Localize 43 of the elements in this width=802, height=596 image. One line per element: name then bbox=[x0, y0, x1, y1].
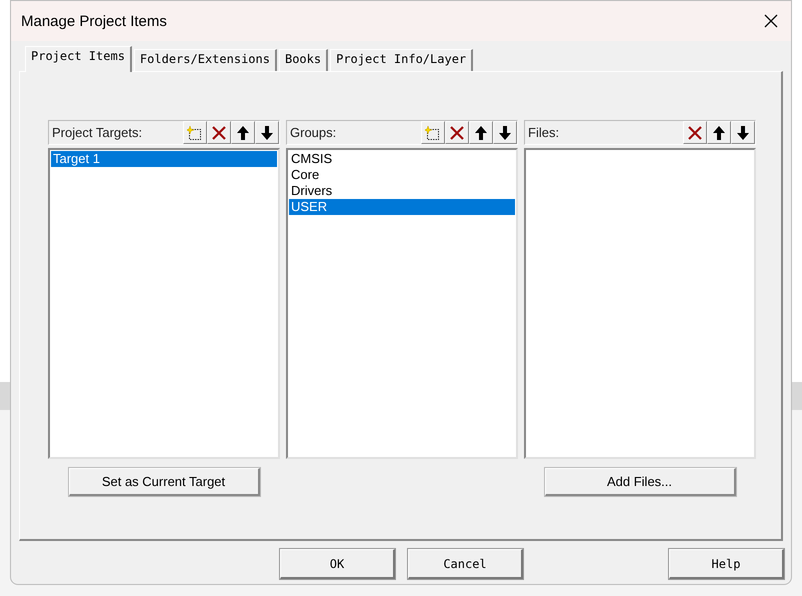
new-item-button[interactable] bbox=[421, 121, 445, 144]
list-label: Files: bbox=[528, 125, 560, 140]
down-arrow-button[interactable] bbox=[493, 121, 517, 144]
delete-icon bbox=[449, 124, 465, 140]
list-item[interactable]: Drivers bbox=[289, 183, 515, 199]
delete-button[interactable] bbox=[207, 121, 231, 144]
up-arrow-icon bbox=[235, 124, 251, 140]
dialog-button[interactable]: Help bbox=[669, 549, 784, 579]
action-button[interactable]: Set as Current Target bbox=[68, 468, 260, 496]
window-title: Manage Project Items bbox=[21, 12, 167, 30]
list-item[interactable]: CMSIS bbox=[289, 151, 515, 167]
delete-button[interactable] bbox=[683, 121, 707, 144]
up-arrow-button[interactable] bbox=[231, 121, 255, 144]
tab[interactable]: Folders/Extensions bbox=[134, 49, 277, 71]
down-arrow-button[interactable] bbox=[255, 121, 279, 144]
list-box[interactable]: CMSIS Core Drivers USER bbox=[286, 148, 518, 459]
tab[interactable]: Project Info/Layer bbox=[330, 49, 474, 71]
delete-icon bbox=[211, 124, 227, 140]
up-arrow-icon bbox=[473, 124, 489, 140]
down-arrow-icon bbox=[735, 124, 751, 140]
up-arrow-icon bbox=[711, 124, 727, 140]
delete-button[interactable] bbox=[445, 121, 469, 144]
tab[interactable]: Books bbox=[278, 49, 328, 71]
dialog-button[interactable]: Cancel bbox=[408, 549, 523, 579]
list-item[interactable]: Core bbox=[289, 167, 515, 183]
down-arrow-icon bbox=[259, 124, 275, 140]
down-arrow-icon bbox=[497, 124, 513, 140]
dialog-button[interactable]: OK bbox=[280, 549, 395, 579]
up-arrow-button[interactable] bbox=[469, 121, 493, 144]
delete-icon bbox=[687, 124, 703, 140]
down-arrow-button[interactable] bbox=[731, 121, 755, 144]
list-label: Project Targets: bbox=[52, 125, 144, 140]
new-item-icon bbox=[425, 124, 441, 140]
new-item-icon bbox=[187, 124, 203, 140]
action-button[interactable]: Add Files... bbox=[544, 468, 736, 496]
up-arrow-button[interactable] bbox=[707, 121, 731, 144]
tab[interactable]: Project Items bbox=[25, 46, 132, 72]
close-icon[interactable] bbox=[763, 13, 779, 29]
list-item[interactable]: Target 1 bbox=[51, 151, 277, 167]
list-label: Groups: bbox=[290, 125, 338, 140]
list-item[interactable]: USER bbox=[289, 199, 515, 215]
list-box[interactable]: Target 1 bbox=[48, 148, 280, 459]
new-item-button[interactable] bbox=[183, 121, 207, 144]
